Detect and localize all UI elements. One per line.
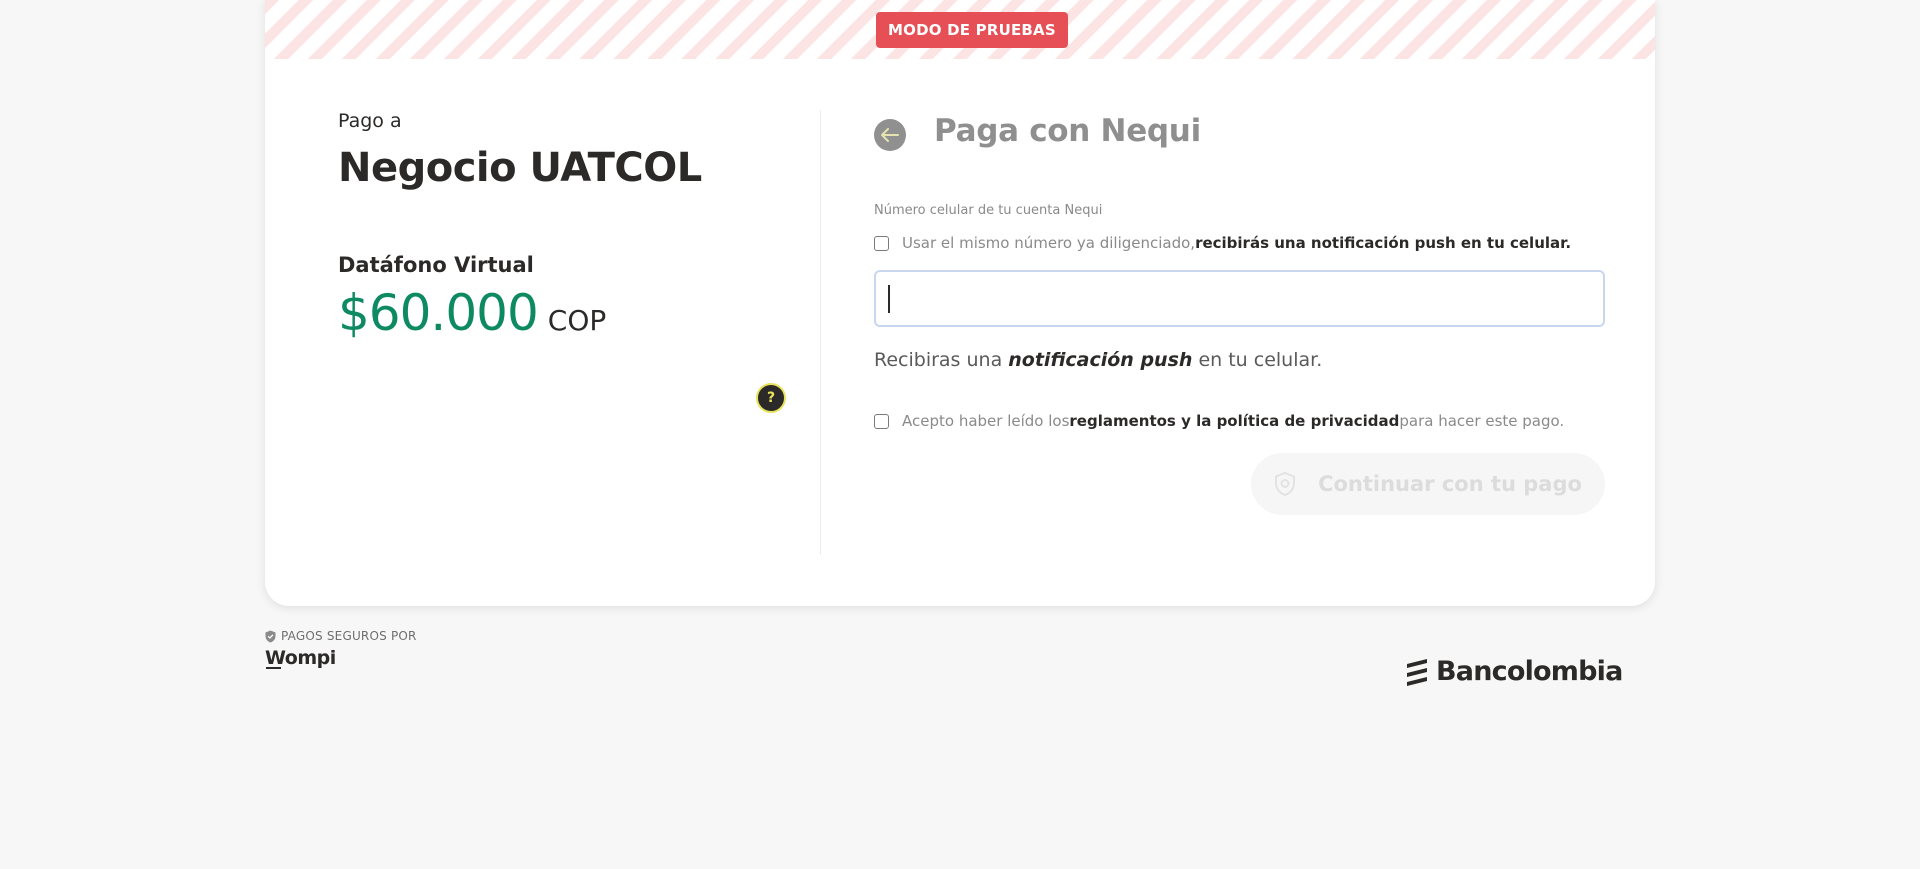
merchant-name: Negocio UATCOL — [338, 145, 702, 191]
checkout-card: MODO DE PRUEBAS Pago a Negocio UATCOL Da… — [265, 0, 1655, 606]
terms-prefix: Acepto haber leído los — [902, 412, 1070, 430]
terms-suffix: para hacer este pago. — [1399, 412, 1565, 430]
phone-field-label: Número celular de tu cuenta Nequi — [874, 203, 1103, 218]
amount-value: $60.000 — [338, 284, 539, 342]
shield-icon — [1275, 471, 1296, 497]
help-button[interactable]: ? — [756, 383, 786, 413]
back-button[interactable] — [874, 119, 906, 151]
push-note-bold: notificación push — [1008, 349, 1193, 371]
same-number-checkbox[interactable] — [874, 235, 889, 251]
text-caret — [888, 285, 890, 313]
product-name: Datáfono Virtual — [338, 253, 534, 277]
same-number-option: Usar el mismo número ya diligenciado, re… — [874, 234, 1571, 252]
terms-link[interactable]: reglamentos y la política de privacidad — [1069, 412, 1399, 430]
pay-to-label: Pago a — [338, 110, 402, 132]
same-number-bold-text: recibirás una notificación push en tu ce… — [1195, 234, 1572, 252]
bancolombia-wordmark: Bancolombia — [1436, 656, 1623, 687]
terms-option: Acepto haber leído los reglamentos y la … — [874, 412, 1564, 430]
wompi-logo: Wompi — [265, 647, 336, 669]
shield-check-icon — [265, 630, 276, 642]
bancolombia-mark-icon — [1407, 658, 1427, 686]
push-note-suffix: en tu celular. — [1192, 349, 1323, 371]
test-mode-banner: MODO DE PRUEBAS — [265, 0, 1655, 59]
column-divider — [820, 110, 821, 555]
phone-number-input[interactable] — [874, 270, 1605, 327]
push-notification-note: Recibiras una notificación push en tu ce… — [874, 349, 1322, 371]
secure-payments-label: PAGOS SEGUROS POR — [281, 629, 417, 643]
terms-checkbox[interactable] — [874, 413, 889, 429]
arrow-left-icon — [881, 128, 899, 142]
same-number-text: Usar el mismo número ya diligenciado, — [902, 234, 1196, 252]
test-mode-badge: MODO DE PRUEBAS — [876, 12, 1068, 48]
bancolombia-logo: Bancolombia — [1404, 656, 1623, 687]
payment-method-title: Paga con Nequi — [934, 113, 1201, 149]
currency-label: COP — [547, 304, 607, 337]
amount-row: $60.000 COP — [338, 284, 606, 342]
push-note-prefix: Recibiras una — [874, 349, 1009, 371]
continue-payment-button[interactable]: Continuar con tu pago — [1251, 453, 1605, 515]
continue-payment-label: Continuar con tu pago — [1318, 472, 1582, 496]
secure-payments: PAGOS SEGUROS POR — [265, 629, 417, 643]
